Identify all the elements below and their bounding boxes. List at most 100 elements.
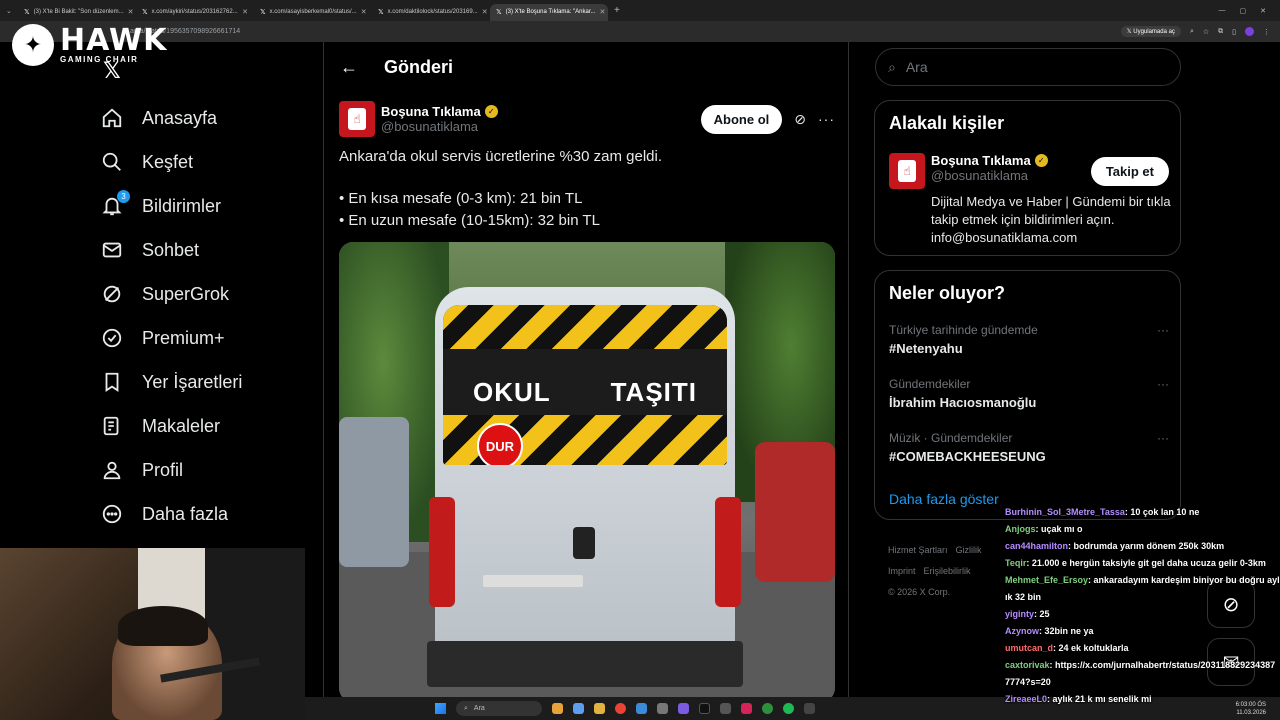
discord-icon[interactable] xyxy=(678,703,689,714)
edge-icon[interactable] xyxy=(636,703,647,714)
author-name[interactable]: Boşuna Tıklama ✓ xyxy=(381,104,498,119)
close-icon[interactable]: ✕ xyxy=(600,8,606,16)
footer-link[interactable]: Erişilebilirlik xyxy=(924,566,971,576)
x-tab-icon: 𝕏 xyxy=(260,9,266,16)
related-handle[interactable]: @bosunatiklama xyxy=(931,168,1048,183)
chat-message: Teqir: 21.000 e hergün taksiyle git gel … xyxy=(1005,555,1280,572)
sidebar-item-label: Bildirimler xyxy=(142,195,222,216)
chat-message: ZireaeeL0: aylık 21 k mı senelik mi xyxy=(1005,691,1280,708)
chat-message: Azynow: 32bin ne ya xyxy=(1005,623,1280,640)
sidebar-item-premium[interactable]: Premium+ xyxy=(100,316,242,360)
sidebar-item-label: Makaleler xyxy=(142,415,221,436)
taskbar-search[interactable]: ⌕ Ara xyxy=(456,701,542,716)
trend-item[interactable]: Gündemdekiler İbrahim Hacıosmanoğlu ··· xyxy=(889,377,1169,410)
sidebar-item-label: Sohbet xyxy=(142,239,200,260)
back-arrow-icon[interactable]: ← xyxy=(340,57,358,78)
trend-name: #COMEBACKHEESEUNG xyxy=(889,449,1046,464)
rear-bumper xyxy=(427,641,743,687)
sidebar-item-chat[interactable]: Sohbet xyxy=(100,228,242,272)
trend-more-icon[interactable]: ··· xyxy=(1157,377,1169,391)
related-name[interactable]: Boşuna Tıklama ✓ xyxy=(931,153,1048,168)
trend-more-icon[interactable]: ··· xyxy=(1157,323,1169,337)
app-icon-gray[interactable] xyxy=(804,703,815,714)
trend-item[interactable]: Türkiye tarihinde gündemde #Netenyahu ··… xyxy=(889,323,1169,356)
tab-list-icon[interactable]: ⌄ xyxy=(0,7,18,15)
author-avatar[interactable]: ☝ xyxy=(339,101,375,137)
subscribe-button[interactable]: Abone ol xyxy=(700,104,783,134)
related-bio: Dijital Medya ve Haber | Gündemi bir tık… xyxy=(931,194,1171,245)
grok-icon[interactable]: ⊘ xyxy=(794,111,806,128)
author-handle[interactable]: @bosunatiklama xyxy=(381,119,498,134)
tab-label: x.com/aykiri/status/203162762... xyxy=(151,9,238,15)
zoom-icon[interactable]: ⌕ xyxy=(1190,28,1194,36)
footer-link[interactable]: Imprint xyxy=(888,566,916,576)
open-in-app-button[interactable]: 𝕏 Uygulamada aç xyxy=(1120,26,1181,37)
chat-username: Anjogs xyxy=(1005,524,1036,534)
related-avatar[interactable]: ☝ xyxy=(889,153,925,189)
trend-more-icon[interactable]: ··· xyxy=(1157,431,1169,445)
page-title: Gönderi xyxy=(384,56,454,77)
tiktok-icon[interactable] xyxy=(699,703,710,714)
close-icon[interactable]: ✕ xyxy=(128,8,134,16)
related-people-panel: Alakalı kişiler ☝ Boşuna Tıklama ✓ @bosun… xyxy=(874,100,1181,256)
sidebar-item-notifications[interactable]: 3 Bildirimler xyxy=(100,184,242,228)
search-placeholder: Ara xyxy=(905,59,928,75)
close-icon[interactable]: ✕ xyxy=(242,8,248,16)
close-icon[interactable]: ✕ xyxy=(361,8,367,16)
trend-item[interactable]: Müzik · Gündemdekiler #COMEBACKHEESEUNG … xyxy=(889,431,1169,464)
widgets-icon[interactable] xyxy=(552,703,563,714)
file-explorer-icon[interactable] xyxy=(573,703,584,714)
window-close-icon[interactable]: ✕ xyxy=(1260,7,1266,15)
follow-button[interactable]: Takip et xyxy=(1090,157,1169,186)
chat-username: ZireaeeL0 xyxy=(1005,694,1048,704)
home-icon xyxy=(100,106,124,130)
sidebar-item-articles[interactable]: Makaleler xyxy=(100,404,242,448)
chat-text: : 10 çok lan 10 ne xyxy=(1124,507,1200,517)
search-input[interactable]: ⌕ Ara xyxy=(875,48,1181,86)
sidebar-item-more[interactable]: Daha fazla xyxy=(100,492,242,536)
app-icon[interactable] xyxy=(657,703,668,714)
bookmark-icon xyxy=(100,370,124,394)
chat-text: : uçak mı o xyxy=(1035,524,1083,534)
stop-sign: DUR xyxy=(477,423,523,465)
footer-link[interactable]: Gizlilik xyxy=(956,545,982,555)
more-options-icon[interactable]: ··· xyxy=(818,111,835,127)
windows-start-icon[interactable] xyxy=(435,703,446,714)
chat-text: : 24 ek koltuklarla xyxy=(1053,643,1129,653)
post-line: • En kısa mesafe (0-3 km): 21 bin TL xyxy=(339,190,583,207)
browser-profile-avatar[interactable] xyxy=(1245,27,1254,36)
trend-name: #Netenyahu xyxy=(889,341,963,356)
maximize-icon[interactable]: ▢ xyxy=(1240,7,1247,15)
browser-menu-icon[interactable]: ⋮ xyxy=(1263,28,1270,36)
sidebar-icon[interactable]: ▯ xyxy=(1232,28,1236,36)
sidebar-item-bookmarks[interactable]: Yer İşaretleri xyxy=(100,360,242,404)
folder-icon[interactable] xyxy=(594,703,605,714)
sidebar-item-supergrok[interactable]: SuperGrok xyxy=(100,272,242,316)
webcam-overlay xyxy=(0,548,305,720)
browser-tab[interactable]: 𝕏x.com/daktilolock/status/203169... ✕ xyxy=(372,4,490,21)
close-icon[interactable]: ✕ xyxy=(482,8,488,16)
chrome-icon[interactable] xyxy=(615,703,626,714)
sidebar-item-profile[interactable]: Profil xyxy=(100,448,242,492)
browser-tab[interactable]: 𝕏 (3) X'te Bi Bakit: "Son düzenlem... ✕ xyxy=(18,4,136,21)
minimize-icon[interactable]: — xyxy=(1219,7,1226,15)
star-icon[interactable]: ☆ xyxy=(1203,28,1209,36)
show-more-link[interactable]: Daha fazla göster xyxy=(889,491,999,507)
sidebar-item-explore[interactable]: Keşfet xyxy=(100,140,242,184)
post-image[interactable]: OKUL TAŞITI DUR xyxy=(339,242,835,702)
extensions-icon[interactable]: ⧉ xyxy=(1218,28,1223,36)
new-tab-icon[interactable]: + xyxy=(614,5,620,16)
browser-tab[interactable]: 𝕏x.com/asayisberkemal0/status/... ✕ xyxy=(254,4,372,21)
app-icon-red[interactable] xyxy=(741,703,752,714)
chat-text: : bodrumda yarım dönem 250k 30km xyxy=(1068,541,1225,551)
obs-icon[interactable] xyxy=(720,703,731,714)
parked-car-right xyxy=(755,442,835,582)
footer-link[interactable]: Hizmet Şartları xyxy=(888,545,948,555)
spotify-icon[interactable] xyxy=(783,703,794,714)
browser-tab[interactable]: 𝕏x.com/aykiri/status/203162762... ✕ xyxy=(136,4,254,21)
verified-badge-icon: ✓ xyxy=(1034,154,1048,167)
browser-tab-active[interactable]: 𝕏 (3) X'te Boşuna Tıklama: "Ankar... ✕ xyxy=(490,3,608,21)
whatsapp-icon[interactable] xyxy=(762,703,773,714)
sidebar-item-home[interactable]: Anasayfa xyxy=(100,96,242,140)
tap-hand-icon: ☝ xyxy=(348,108,366,130)
